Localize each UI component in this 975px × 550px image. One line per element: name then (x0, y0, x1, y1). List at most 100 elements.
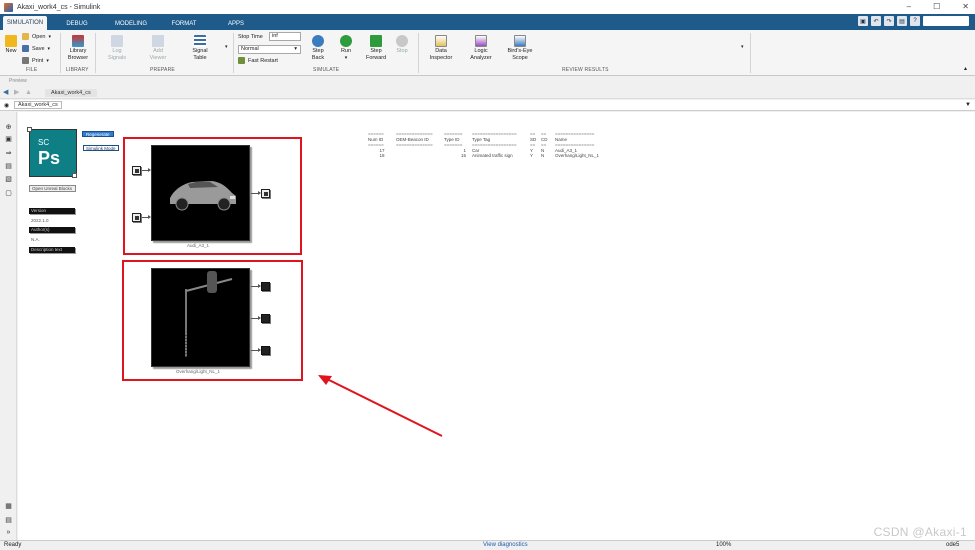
print-icon (22, 57, 29, 64)
tab-debug[interactable]: DEBUG (58, 17, 96, 30)
highlight-box-vehicle (123, 137, 302, 255)
description-label: Description text (29, 247, 75, 253)
section-review: REVIEW RESULTS (562, 67, 609, 73)
viewer-icon (152, 35, 164, 47)
collapse-ribbon-icon[interactable]: ▴ (964, 65, 967, 72)
tab-simulation[interactable]: SIMULATION (3, 16, 47, 30)
tab-modeling[interactable]: MODELING (108, 17, 154, 30)
arrow-right-icon[interactable]: ⇒ (4, 148, 13, 157)
screenshot-icon[interactable]: ▦ (4, 501, 13, 510)
up-arrow-icon[interactable]: ▲ (25, 89, 33, 97)
table-icon (194, 35, 206, 47)
separator (95, 33, 96, 73)
canvas-toolbar: ⊕ ▣ ⇒ ▤ ▧ ▢ ▦ ▤ » (0, 112, 17, 540)
step-forward-button[interactable]: Step Forward (363, 35, 389, 62)
back-arrow-icon[interactable]: ◀ (3, 89, 11, 97)
separator (60, 33, 61, 73)
run-icon (340, 35, 352, 47)
section-simulate: SIMULATE (313, 67, 340, 73)
ribbon: New Open ▾ Save ▾ Print ▾ FILE Library Brow… (0, 30, 975, 76)
model-tab[interactable]: Akaxi_work4_cs (45, 88, 97, 97)
save-button[interactable]: Save ▾ (22, 45, 50, 52)
breadcrumb[interactable]: Akaxi_work4_cs (14, 101, 62, 109)
undo-icon[interactable]: ↶ (871, 16, 881, 26)
annotation-icon[interactable]: ▤ (4, 161, 13, 170)
close-button[interactable]: ✕ (962, 2, 969, 11)
window-title: Akaxi_work4_cs - Simulink (17, 3, 101, 11)
chevron-down-icon[interactable]: ▼ (965, 102, 971, 108)
open-button[interactable]: Open ▾ (22, 33, 51, 40)
logic-analyzer-icon (475, 35, 487, 47)
version-value: 2022.1.0 (31, 218, 49, 223)
status-bar: Ready View diagnostics 100% ode5 (0, 540, 975, 550)
property-inspector-icon[interactable]: ▤ (4, 515, 13, 524)
birds-eye-scope-button[interactable]: Bird's-Eye Scope (505, 35, 535, 62)
new-button[interactable]: New (3, 35, 19, 55)
prepare-expand-icon[interactable]: ▾ (225, 44, 228, 50)
library-browser-button[interactable]: Library Browser (64, 35, 92, 62)
title-bar: Akaxi_work4_cs - Simulink – ☐ ✕ (0, 0, 975, 14)
help-icon[interactable]: ? (910, 16, 920, 26)
separator (750, 33, 751, 73)
zoom-level: 100% (716, 542, 732, 548)
logo-corner-handle (27, 127, 32, 132)
redo-icon[interactable]: ↷ (884, 16, 894, 26)
fit-view-icon[interactable]: ▣ (4, 134, 13, 143)
data-inspector-icon (435, 35, 447, 47)
separator (233, 33, 234, 73)
open-unreal-blocks-button[interactable]: Open Unreal Blocks (29, 185, 76, 192)
zoom-icon[interactable]: ⊕ (4, 122, 13, 131)
simulink-icon (4, 2, 13, 12)
section-prepare: PREPARE (150, 67, 175, 73)
data-inspector-button[interactable]: Data Inspector (427, 35, 455, 62)
simulation-mode-select[interactable]: Normal ▾ (238, 45, 301, 54)
model-browser-icon[interactable]: ◉ (4, 102, 9, 109)
logic-analyzer-button[interactable]: Logic Analyzer (467, 35, 495, 62)
fast-restart-icon (238, 57, 245, 64)
print-quick-icon[interactable]: ▤ (897, 16, 907, 26)
regenerate-button[interactable]: Regenerate (82, 131, 114, 137)
save-quick-icon[interactable]: ▣ (858, 16, 868, 26)
version-label: Version (29, 208, 75, 214)
watermark: CSDN @Akaxi-1 (873, 525, 967, 539)
library-icon (72, 35, 84, 47)
area-icon[interactable]: ▢ (4, 188, 13, 197)
stop-button[interactable]: Stop (393, 35, 411, 55)
run-button[interactable]: Run ▾ (335, 35, 357, 62)
stop-time-input[interactable]: inf (269, 32, 301, 41)
log-signals-button[interactable]: Log Signals (103, 35, 131, 62)
expand-panel-icon[interactable]: » (4, 528, 13, 537)
table-row: 18 15 Animated traffic sign Y N Overhang… (379, 153, 600, 158)
highlight-box-traffic-light (122, 260, 303, 381)
logo-sc-text: SC (38, 138, 50, 147)
forward-arrow-icon[interactable]: ▶ (14, 89, 22, 97)
simulink-mode-button[interactable]: Simulink Mode (83, 145, 119, 151)
scenario-logo-block[interactable]: SC Ps (29, 129, 77, 177)
authors-value: N.A. (31, 237, 40, 242)
signal-table-button[interactable]: Signal Table (186, 35, 214, 62)
review-expand-icon[interactable]: ▾ (741, 44, 744, 50)
tab-apps[interactable]: APPS (218, 17, 254, 30)
window-controls: – ☐ ✕ (907, 2, 969, 11)
minimize-button[interactable]: – (907, 2, 911, 11)
view-diagnostics-link[interactable]: View diagnostics (483, 542, 528, 548)
logo-corner-handle (72, 173, 77, 178)
add-viewer-button[interactable]: Add Viewer (144, 35, 172, 62)
authors-label: Author(s) (29, 227, 75, 233)
step-back-button[interactable]: Step Back (306, 35, 330, 62)
search-input[interactable] (923, 16, 969, 26)
maximize-button[interactable]: ☐ (933, 2, 940, 11)
solver-name[interactable]: ode5 (946, 542, 959, 548)
step-back-icon (312, 35, 324, 47)
tab-format[interactable]: FORMAT (165, 17, 203, 30)
explorer-bar: ◀ ▶ ▲ Akaxi_work4_cs (0, 87, 975, 99)
actor-table: ====== ============== ======= ==========… (368, 131, 599, 159)
fast-restart-toggle[interactable]: Fast Restart (238, 57, 278, 64)
new-icon (5, 35, 17, 47)
print-button[interactable]: Print ▾ (22, 57, 49, 64)
image-icon[interactable]: ▧ (4, 174, 13, 183)
chevron-down-icon: ▾ (294, 46, 297, 52)
save-icon (22, 45, 29, 52)
stop-icon (396, 35, 408, 47)
address-bar: ◉ Akaxi_work4_cs ▼ (0, 100, 975, 111)
